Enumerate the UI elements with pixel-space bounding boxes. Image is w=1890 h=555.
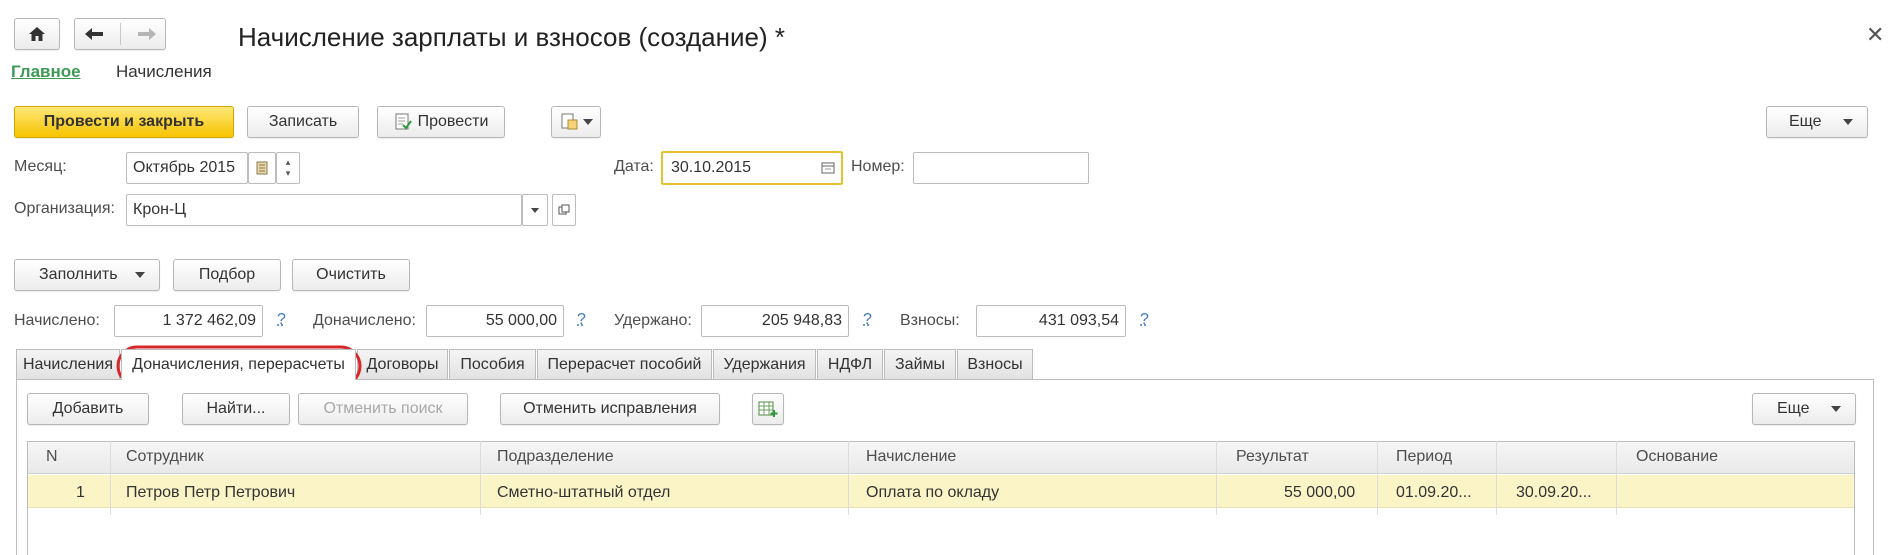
- close-icon[interactable]: ✕: [1866, 22, 1884, 48]
- number-field[interactable]: [913, 152, 1089, 184]
- withheld-field: 205 948,83: [701, 305, 849, 337]
- nav-main-link[interactable]: Главное: [11, 62, 81, 82]
- chevron-down-icon: [582, 119, 593, 125]
- cell-period-from: 01.09.20...: [1396, 484, 1472, 501]
- more-button-label: Еще: [1789, 113, 1822, 130]
- month-label: Месяц:: [14, 158, 67, 175]
- tab-deductions[interactable]: Удержания: [713, 349, 816, 379]
- chevron-down-icon: [1843, 119, 1853, 125]
- post-button-label: Провести: [417, 113, 489, 130]
- cell-employee: Петров Петр Петрович: [126, 484, 296, 501]
- history-nav: [74, 18, 166, 50]
- contrib-value: 431 093,54: [1038, 312, 1119, 329]
- col-basis[interactable]: Основание: [1636, 448, 1718, 466]
- organization-value: Крон-Ц: [133, 201, 187, 218]
- accrued-field: 1 372 462,09: [114, 305, 263, 337]
- window-title: Начисление зарплаты и взносов (создание)…: [238, 22, 785, 52]
- table-add-icon: [758, 401, 778, 417]
- accrued-help-icon[interactable]: ?: [277, 311, 286, 329]
- month-value: Октябрь 2015: [133, 159, 236, 176]
- organization-dropdown-button[interactable]: [522, 194, 548, 226]
- more-menu-button[interactable]: Еще: [1766, 106, 1868, 138]
- tab-accruals[interactable]: Начисления: [16, 349, 120, 379]
- cell-department: Сметно-штатный отдел: [497, 484, 671, 501]
- post-document-icon: [395, 113, 412, 130]
- tab-additional-recalc[interactable]: Доначисления, перерасчеты: [121, 349, 356, 380]
- cell-n: 1: [76, 484, 85, 501]
- cell-result: 55 000,00: [1284, 484, 1356, 501]
- cancel-search-button[interactable]: Отменить поиск: [298, 393, 468, 425]
- home-button[interactable]: [14, 18, 60, 50]
- number-label: Номер:: [851, 158, 905, 175]
- forward-arrow-icon[interactable]: [136, 26, 158, 42]
- col-department[interactable]: Подразделение: [497, 448, 614, 466]
- table-more-label: Еще: [1777, 400, 1810, 417]
- post-button[interactable]: Провести: [377, 106, 505, 138]
- select-button[interactable]: Подбор: [173, 259, 281, 291]
- col-n[interactable]: N: [46, 448, 58, 466]
- clear-button[interactable]: Очистить: [292, 259, 410, 291]
- contrib-help-icon[interactable]: ?: [1140, 311, 1149, 329]
- chevron-down-icon: [531, 207, 539, 213]
- chevron-down-icon: [135, 272, 145, 278]
- additional-value: 55 000,00: [485, 312, 557, 329]
- date-value: 30.10.2015: [671, 159, 752, 176]
- stepper-down-icon[interactable]: ▾: [286, 168, 291, 179]
- organization-field[interactable]: Крон-Ц: [126, 194, 522, 226]
- stepper-up-icon[interactable]: ▴: [286, 157, 291, 168]
- additional-label: Доначислено:: [313, 312, 416, 329]
- print-menu-button[interactable]: [551, 106, 601, 138]
- contrib-field: 431 093,54: [976, 305, 1126, 337]
- contrib-label: Взносы:: [900, 312, 960, 329]
- month-stepper[interactable]: ▴ ▾: [276, 152, 300, 184]
- cell-period-to: 30.09.20...: [1516, 484, 1592, 501]
- calendar-icon[interactable]: [821, 162, 835, 174]
- tab-ndfl[interactable]: НДФЛ: [817, 349, 883, 379]
- save-button[interactable]: Записать: [247, 106, 359, 138]
- fill-button[interactable]: Заполнить: [14, 259, 160, 291]
- table-more-button[interactable]: Еще: [1752, 393, 1856, 425]
- print-doc-icon: [561, 113, 577, 130]
- tab-loans[interactable]: Займы: [884, 349, 956, 379]
- home-icon: [29, 27, 45, 41]
- fill-button-label: Заполнить: [39, 266, 118, 283]
- withheld-help-icon[interactable]: ?: [863, 311, 872, 329]
- withheld-label: Удержано:: [614, 312, 692, 329]
- open-window-icon: [558, 204, 570, 215]
- post-and-close-button[interactable]: Провести и закрыть: [14, 106, 234, 138]
- cancel-fix-button[interactable]: Отменить исправления: [500, 393, 720, 425]
- date-label: Дата:: [614, 158, 654, 175]
- col-result[interactable]: Результат: [1236, 448, 1309, 466]
- additional-help-icon[interactable]: ?: [577, 311, 586, 329]
- chevron-down-icon: [1831, 406, 1841, 412]
- cell-accrual: Оплата по окладу: [866, 484, 1000, 501]
- accrued-value: 1 372 462,09: [162, 312, 256, 329]
- withheld-value: 205 948,83: [761, 312, 842, 329]
- calendar-book-icon: [256, 161, 268, 175]
- additional-field: 55 000,00: [426, 305, 564, 337]
- col-accrual[interactable]: Начисление: [866, 448, 956, 466]
- col-employee[interactable]: Сотрудник: [126, 448, 204, 466]
- col-period[interactable]: Период: [1396, 448, 1452, 466]
- tab-benefit-recalc[interactable]: Перерасчет пособий: [537, 349, 712, 379]
- organization-label: Организация:: [14, 200, 115, 217]
- date-field[interactable]: 30.10.2015: [661, 151, 843, 185]
- accrued-label: Начислено:: [14, 312, 100, 329]
- find-button[interactable]: Найти...: [182, 393, 290, 425]
- month-field[interactable]: Октябрь 2015: [126, 152, 248, 184]
- tab-contracts[interactable]: Договоры: [357, 349, 448, 379]
- nav-accruals-link[interactable]: Начисления: [116, 62, 212, 82]
- tab-benefits[interactable]: Пособия: [449, 349, 536, 379]
- tab-contributions[interactable]: Взносы: [957, 349, 1033, 379]
- table-settings-button[interactable]: [752, 393, 784, 425]
- add-row-button[interactable]: Добавить: [27, 393, 149, 425]
- organization-open-button[interactable]: [552, 194, 576, 226]
- month-picker-button[interactable]: [248, 152, 276, 184]
- back-arrow-icon[interactable]: [83, 26, 105, 42]
